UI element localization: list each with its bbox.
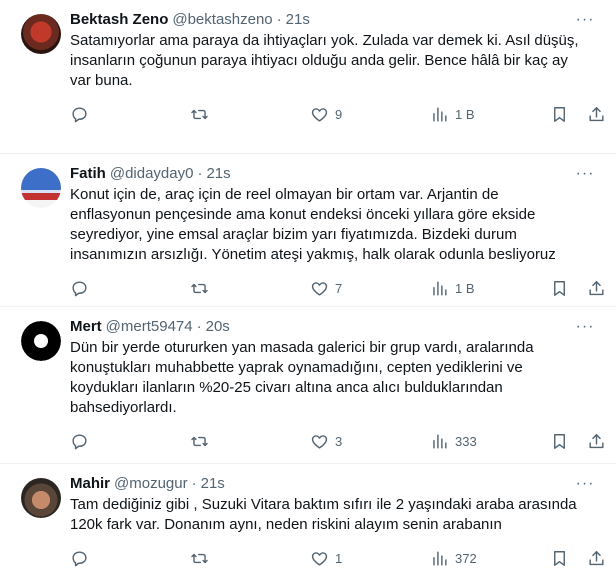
view-count: 372 — [455, 550, 477, 566]
tweet-actions: 3 333 — [70, 418, 604, 464]
view-count: 1 B — [455, 106, 475, 122]
avatar[interactable] — [21, 478, 61, 518]
retweet-button[interactable] — [190, 105, 250, 124]
retweet-icon — [191, 436, 208, 446]
avatar[interactable] — [21, 168, 61, 208]
tweet-text: Dün bir yerde otururken yan masada galer… — [70, 339, 534, 416]
tweet-secondary-actions — [550, 432, 606, 451]
user-handle[interactable]: @mert59474 — [106, 317, 193, 337]
tweet-actions: 9 1 B — [70, 91, 604, 137]
share-icon[interactable] — [587, 105, 606, 124]
analytics-icon — [433, 550, 447, 566]
timestamp[interactable]: 20s — [206, 317, 230, 337]
separator: · — [191, 475, 197, 492]
display-name[interactable]: Mert — [70, 317, 102, 337]
views-button[interactable]: 1 B — [430, 279, 490, 298]
tweet[interactable]: Fatih @didayday0 · 21s ··· Konut için de… — [0, 154, 616, 307]
avatar[interactable] — [21, 14, 61, 54]
more-options-button[interactable]: ··· — [574, 318, 596, 335]
analytics-icon — [433, 280, 447, 296]
retweet-icon — [191, 553, 208, 563]
reply-button[interactable] — [70, 432, 130, 451]
like-count: 9 — [335, 106, 343, 122]
tweet-actions: 7 1 B — [70, 265, 604, 311]
more-options-button[interactable]: ··· — [574, 165, 596, 182]
retweet-icon — [191, 283, 208, 293]
analytics-icon — [433, 433, 447, 449]
user-handle[interactable]: @bektashzeno — [172, 10, 272, 30]
tweet-header: Mert @mert59474 · 20s — [70, 317, 600, 337]
avatar[interactable] — [21, 321, 61, 361]
view-count: 1 B — [455, 280, 475, 296]
view-count: 333 — [455, 433, 477, 449]
views-button[interactable]: 333 — [430, 432, 490, 451]
like-button[interactable]: 3 — [310, 432, 370, 451]
avatar-center — [34, 334, 48, 348]
separator: · — [196, 318, 202, 335]
tweet-header: Mahir @mozugur · 21s — [70, 474, 600, 494]
timestamp[interactable]: 21s — [201, 474, 225, 494]
tweet-text: Konut için de, araç için de reel olmayan… — [70, 186, 556, 263]
heart-icon — [311, 551, 328, 566]
reply-button[interactable] — [70, 549, 130, 568]
share-icon[interactable] — [587, 549, 606, 568]
like-count: 1 — [335, 550, 343, 566]
retweet-icon — [191, 109, 208, 119]
like-button[interactable]: 7 — [310, 279, 370, 298]
user-handle[interactable]: @mozugur — [114, 474, 188, 494]
views-button[interactable]: 1 B — [430, 105, 490, 124]
like-count: 7 — [335, 280, 343, 296]
reply-icon — [72, 280, 87, 296]
timeline: Bektash Zeno @bektashzeno · 21s ··· Sata… — [0, 0, 616, 584]
tweet-secondary-actions — [550, 105, 606, 124]
share-icon[interactable] — [587, 279, 606, 298]
retweet-button[interactable] — [190, 432, 250, 451]
retweet-button[interactable] — [190, 549, 250, 568]
display-name[interactable]: Fatih — [70, 164, 106, 184]
display-name[interactable]: Bektash Zeno — [70, 10, 168, 30]
tweet-secondary-actions — [550, 279, 606, 298]
bookmark-icon[interactable] — [550, 549, 569, 568]
tweet-text: Satamıyorlar ama paraya da ihtiyaçları y… — [70, 32, 579, 89]
tweet[interactable]: Mert @mert59474 · 20s ··· Dün bir yerde … — [0, 307, 616, 464]
timestamp[interactable]: 21s — [206, 164, 230, 184]
reply-button[interactable] — [70, 279, 130, 298]
share-icon[interactable] — [587, 432, 606, 451]
separator: · — [197, 165, 203, 182]
heart-icon — [311, 434, 328, 449]
bookmark-icon[interactable] — [550, 432, 569, 451]
heart-icon — [311, 107, 328, 122]
reply-icon — [72, 106, 87, 122]
bookmark-icon[interactable] — [550, 279, 569, 298]
separator: · — [276, 11, 282, 28]
like-count: 3 — [335, 433, 343, 449]
tweet-header: Fatih @didayday0 · 21s — [70, 164, 600, 184]
retweet-button[interactable] — [190, 279, 250, 298]
bookmark-icon[interactable] — [550, 105, 569, 124]
reply-icon — [72, 433, 87, 449]
like-button[interactable]: 1 — [310, 549, 370, 568]
tweet-secondary-actions — [550, 549, 606, 568]
display-name[interactable]: Mahir — [70, 474, 110, 494]
heart-icon — [311, 281, 328, 296]
reply-button[interactable] — [70, 105, 130, 124]
tweet-text: Tam dediğiniz gibi , Suzuki Vitara baktı… — [70, 496, 577, 533]
views-button[interactable]: 372 — [430, 549, 490, 568]
like-button[interactable]: 9 — [310, 105, 370, 124]
tweet[interactable]: Mahir @mozugur · 21s ··· Tam dediğiniz g… — [0, 464, 616, 584]
tweet[interactable]: Bektash Zeno @bektashzeno · 21s ··· Sata… — [0, 0, 616, 154]
analytics-icon — [433, 106, 447, 122]
tweet-actions: 1 372 — [70, 535, 604, 581]
timestamp[interactable]: 21s — [286, 10, 310, 30]
tweet-header: Bektash Zeno @bektashzeno · 21s — [70, 10, 600, 30]
reply-icon — [72, 550, 87, 566]
more-options-button[interactable]: ··· — [574, 475, 596, 492]
more-options-button[interactable]: ··· — [574, 11, 596, 28]
user-handle[interactable]: @didayday0 — [110, 164, 194, 184]
